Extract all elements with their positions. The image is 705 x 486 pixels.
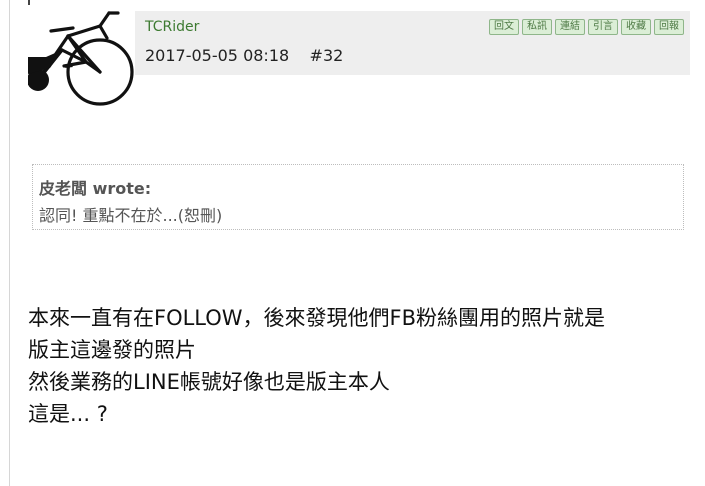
link-button[interactable]: 連結 <box>555 19 585 35</box>
post-header: TCRider 2017-05-05 08:18 #32 回文 私訊 連結 引言… <box>135 11 690 75</box>
post-meta: 2017-05-05 08:18 #32 <box>145 46 343 65</box>
report-button[interactable]: 回報 <box>654 19 684 35</box>
post-body: 本來一直有在FOLLOW，後來發現他們FB粉絲團用的照片就是 版主這邊發的照片 … <box>28 302 693 430</box>
post-body-line: 本來一直有在FOLLOW，後來發現他們FB粉絲團用的照片就是 <box>28 306 606 330</box>
quote-author: 皮老闆 wrote: <box>39 179 152 198</box>
post-datetime: 2017-05-05 08:18 <box>145 46 290 65</box>
road-bike-icon <box>27 11 134 106</box>
post-container: TCRider 2017-05-05 08:18 #32 回文 私訊 連結 引言… <box>0 0 705 486</box>
left-divider <box>9 0 10 486</box>
post-number[interactable]: #32 <box>310 46 344 65</box>
top-marker <box>28 0 30 5</box>
quote-text: 認同! 重點不在於...(恕刪) <box>39 206 223 225</box>
post-actions: 回文 私訊 連結 引言 收藏 回報 <box>489 19 684 35</box>
bookmark-button[interactable]: 收藏 <box>621 19 651 35</box>
avatar[interactable] <box>27 8 136 108</box>
quote-block: 皮老闆 wrote: 認同! 重點不在於...(恕刪) <box>32 164 684 230</box>
post-body-line: 版主這邊發的照片 <box>28 338 196 362</box>
quote-button[interactable]: 引言 <box>588 19 618 35</box>
reply-button[interactable]: 回文 <box>489 19 519 35</box>
private-message-button[interactable]: 私訊 <box>522 19 552 35</box>
username[interactable]: TCRider <box>145 19 199 35</box>
post-body-line: 然後業務的LINE帳號好像也是版主本人 <box>28 370 390 394</box>
post-body-line: 這是... ? <box>28 402 108 426</box>
